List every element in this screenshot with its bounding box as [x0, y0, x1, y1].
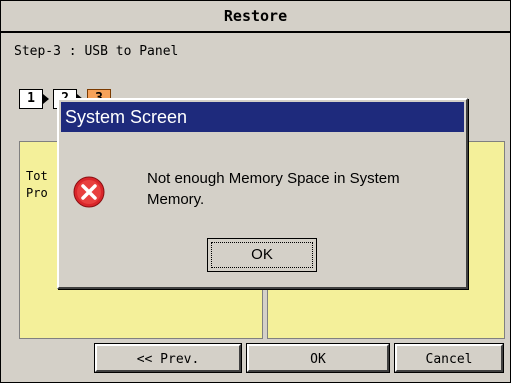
dialog-ok-label: OK — [211, 242, 313, 268]
dialog-title: System Screen — [61, 102, 464, 132]
cancel-button[interactable]: Cancel — [395, 344, 503, 372]
ok-button[interactable]: OK — [247, 344, 389, 372]
step-label: Step-3 : USB to Panel — [14, 44, 179, 59]
system-dialog: System Screen Not enough Memory Space in… — [57, 98, 468, 289]
step-indicator-1: 1 — [19, 84, 48, 109]
left-panel-line-1: Tot — [26, 169, 48, 183]
dialog-message: Not enough Memory Space in System Memory… — [147, 170, 400, 208]
step-arrow-icon — [43, 94, 49, 104]
window-title: Restore — [1, 1, 510, 33]
prev-button[interactable]: << Prev. — [95, 344, 241, 372]
left-panel-line-2: Pro — [26, 186, 48, 200]
dialog-ok-button[interactable]: OK — [207, 238, 317, 272]
error-icon — [73, 176, 105, 208]
left-panel-text: Tot Pro — [26, 168, 48, 202]
